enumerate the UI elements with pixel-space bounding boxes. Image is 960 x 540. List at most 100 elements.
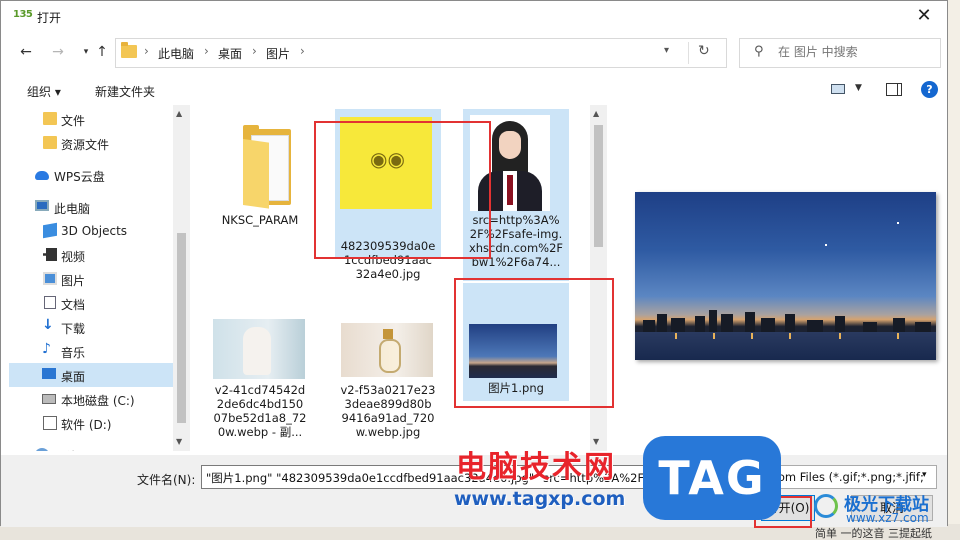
- sidebar-item-label: 软件 (D:): [61, 418, 112, 432]
- sidebar-item-pictures[interactable]: 图片: [9, 267, 173, 291]
- forward-arrow-icon[interactable]: →: [47, 41, 69, 63]
- breadcrumb-pictures[interactable]: 图片: [266, 45, 290, 62]
- app-icon: 135: [13, 9, 33, 20]
- image-preview: [635, 192, 936, 360]
- background-text: 简单 一的这音 三提起纸: [815, 527, 932, 540]
- organize-button[interactable]: 组织 ▾: [27, 83, 61, 100]
- breadcrumb-desktop[interactable]: 桌面: [218, 45, 242, 62]
- watermark-jg-url: www.xz7.com: [846, 511, 929, 525]
- file-name: NKSC_PARAM: [221, 213, 299, 227]
- folder-icon: [121, 42, 137, 58]
- folder-icon: [243, 125, 291, 209]
- chevron-down-icon: ▾: [922, 470, 927, 480]
- scrollbar-thumb[interactable]: [594, 125, 603, 247]
- preview-pane-icon[interactable]: [886, 83, 902, 96]
- chevron-right-icon[interactable]: ›: [144, 44, 149, 58]
- search-input[interactable]: [778, 45, 928, 59]
- navigation-pane: 文件 资源文件 WPS云盘 此电脑 3D Objects 视频 图片 文档 ↓ …: [9, 105, 191, 451]
- file-name: 482309539da0e 1ccdfbed91aac 32a4e0.jpg: [340, 239, 436, 281]
- sidebar-item-label: 文件: [61, 114, 86, 128]
- night-city-thumbnail: [469, 324, 557, 378]
- sidebar-item-files[interactable]: 文件: [9, 107, 173, 131]
- scrollbar-thumb[interactable]: [177, 233, 186, 423]
- new-folder-button[interactable]: 新建文件夹: [95, 83, 155, 100]
- sidebar-item-label: 此电脑: [54, 202, 91, 216]
- title-bar: 135 打开 ✕: [1, 1, 947, 33]
- drive-icon: [43, 416, 57, 430]
- scroll-up-icon[interactable]: ▲: [176, 109, 182, 118]
- up-arrow-icon[interactable]: ↑: [91, 41, 113, 63]
- help-icon[interactable]: ?: [921, 81, 938, 98]
- address-dropdown-icon[interactable]: ▾: [664, 45, 669, 56]
- divider: [688, 42, 689, 64]
- computer-icon: [35, 200, 49, 211]
- sidebar-item-documents[interactable]: 文档: [9, 291, 173, 315]
- download-icon: ↓: [42, 317, 54, 333]
- file-name: 图片1.png: [488, 381, 544, 395]
- sidebar-item-wps-cloud[interactable]: WPS云盘: [9, 163, 173, 187]
- sidebar-item-network[interactable]: 网络: [9, 443, 173, 451]
- file-item-folder[interactable]: NKSC_PARAM: [207, 109, 313, 239]
- perfume-thumbnail: [341, 323, 433, 377]
- sidebar-item-label: 视频: [61, 250, 86, 264]
- chevron-right-icon[interactable]: ›: [300, 44, 305, 58]
- sidebar-item-desktop[interactable]: 桌面: [9, 363, 173, 387]
- portrait-thumbnail: [470, 115, 550, 211]
- scroll-up-icon[interactable]: ▲: [593, 109, 599, 118]
- sidebar-item-label: 3D Objects: [61, 224, 128, 238]
- sidebar-item-label: WPS云盘: [54, 170, 105, 184]
- filename-label: 文件名(N):: [137, 473, 196, 487]
- navigation-bar: ← → ▾ ↑ › 此电脑 › 桌面 › 图片 › ▾ ↻ ⚲: [1, 35, 947, 71]
- chevron-right-icon[interactable]: ›: [204, 44, 209, 58]
- scroll-down-icon[interactable]: ▼: [176, 437, 182, 446]
- music-icon: ♪: [42, 341, 51, 357]
- sidebar-item-drive-c[interactable]: 本地磁盘 (C:): [9, 387, 173, 411]
- folder-icon: [43, 136, 57, 149]
- sidebar-item-this-pc[interactable]: 此电脑: [9, 195, 173, 219]
- sidebar-item-label: 音乐: [61, 346, 86, 360]
- close-icon[interactable]: ✕: [901, 1, 947, 33]
- sidebar-item-music[interactable]: ♪ 音乐: [9, 339, 173, 363]
- watermark-site-name: 电脑技术网: [456, 450, 616, 485]
- refresh-icon[interactable]: ↻: [698, 43, 710, 59]
- spongebob-face-icon: ◉◉: [370, 147, 405, 171]
- sidebar-item-label: 文档: [61, 298, 86, 312]
- sidebar-item-videos[interactable]: 视频: [9, 243, 173, 267]
- sidebar-item-3d-objects[interactable]: 3D Objects: [9, 219, 173, 243]
- toolbar: 组织 ▾ 新建文件夹 ▼ ?: [1, 75, 947, 105]
- view-mode-icon[interactable]: [831, 84, 845, 94]
- window-title: 打开: [37, 11, 62, 25]
- breadcrumb-this-pc[interactable]: 此电脑: [158, 45, 194, 62]
- search-box[interactable]: ⚲: [739, 38, 941, 68]
- back-arrow-icon[interactable]: ←: [15, 41, 37, 63]
- network-icon: [35, 448, 49, 451]
- background-window-edge: [948, 0, 960, 540]
- view-dropdown-icon[interactable]: ▼: [855, 83, 862, 93]
- cube-icon: [43, 222, 57, 239]
- spongebob-thumbnail: ◉◉: [340, 117, 432, 209]
- sidebar-item-label: 资源文件: [61, 138, 110, 152]
- sidebar-item-downloads[interactable]: ↓ 下载: [9, 315, 173, 339]
- cloud-icon: [35, 171, 49, 180]
- file-name: v2-41cd74542d 2de6dc4bd150 07be52d1a8_72…: [213, 383, 307, 439]
- tag-logo: TAG: [643, 436, 781, 520]
- video-icon: [43, 248, 57, 261]
- search-icon: ⚲: [754, 44, 764, 59]
- chevron-right-icon[interactable]: ›: [252, 44, 257, 58]
- drive-icon: [42, 394, 56, 404]
- sidebar-item-drive-d[interactable]: 软件 (D:): [9, 411, 173, 435]
- watermark-site-url: www.tagxp.com: [454, 488, 626, 510]
- document-icon: [44, 296, 56, 309]
- desktop-icon: [42, 368, 56, 379]
- jiguang-logo-icon: [814, 494, 838, 518]
- address-bar[interactable]: › 此电脑 › 桌面 › 图片 › ▾ ↻: [115, 38, 727, 68]
- sidebar-item-label: 下载: [61, 322, 86, 336]
- sidebar-item-label: 桌面: [61, 370, 86, 384]
- file-list-scrollbar[interactable]: ▲ ▼: [590, 105, 607, 451]
- sidebar-item-resources[interactable]: 资源文件: [9, 131, 173, 155]
- sidebar-item-label: 本地磁盘 (C:): [61, 394, 135, 408]
- picture-icon: [43, 272, 57, 285]
- photo-thumbnail: [213, 319, 305, 379]
- sidebar-scrollbar[interactable]: ▲ ▼: [173, 105, 190, 451]
- file-name: src=http%3A% 2F%2Fsafe-img. xhscdn.com%2…: [468, 213, 564, 269]
